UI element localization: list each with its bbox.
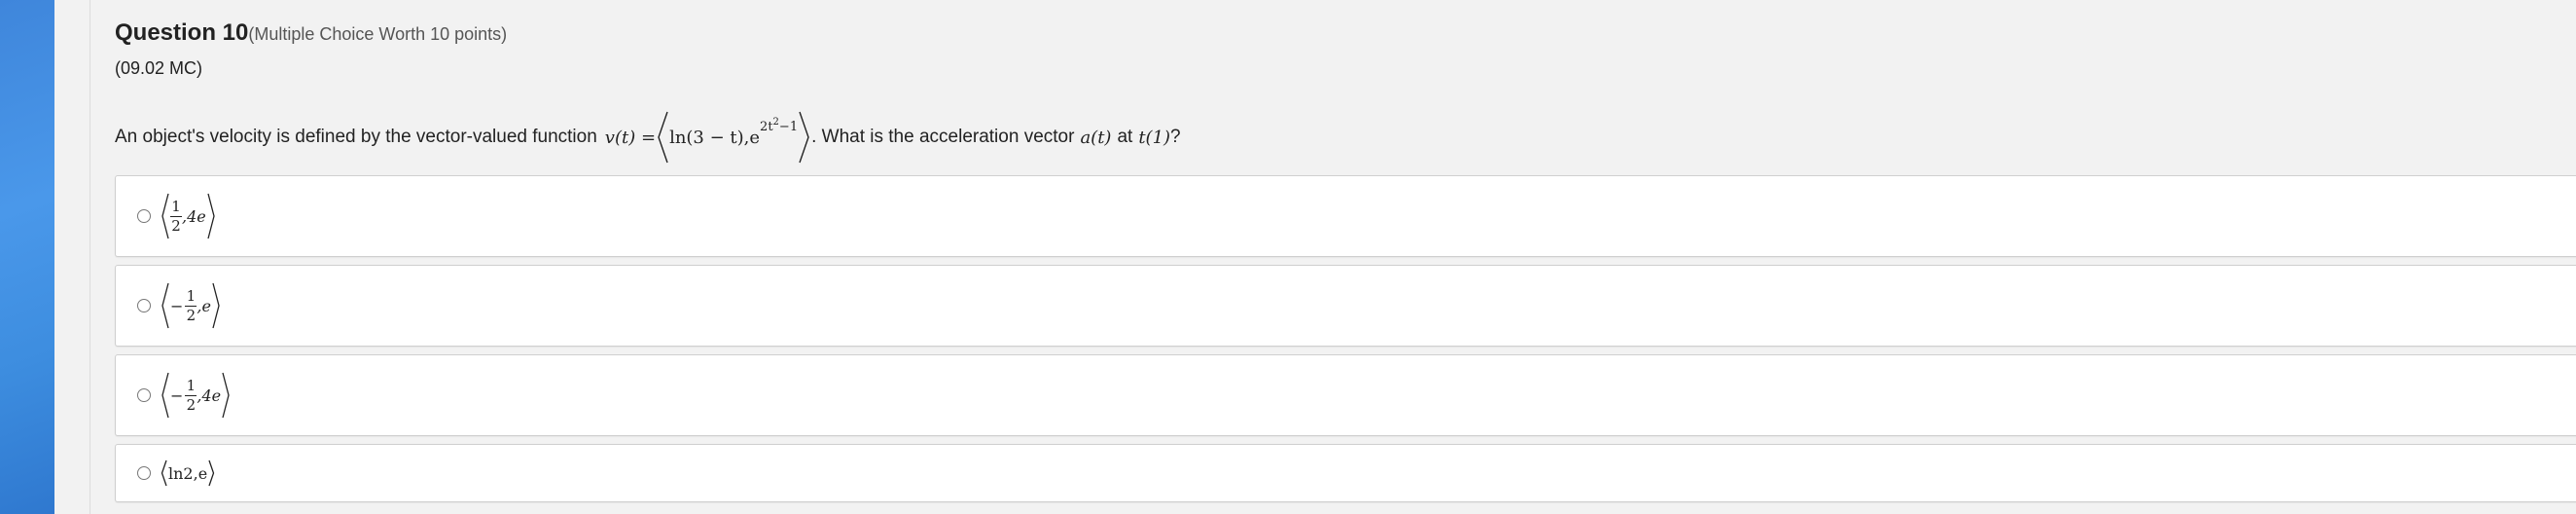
euler-e: e: [749, 127, 761, 148]
option-d-math: ln2,e: [161, 459, 215, 488]
question-panel: Question 10(Multiple Choice Worth 10 poi…: [115, 0, 2576, 514]
a-of-t: a(t): [1080, 127, 1112, 148]
question-header: Question 10(Multiple Choice Worth 10 poi…: [115, 19, 507, 47]
option-b-neg: −: [170, 296, 184, 315]
answer-option-a[interactable]: 12 ,4e: [115, 175, 2576, 257]
t-of-1-text: t(1): [1138, 127, 1171, 148]
left-angle-bracket: [161, 193, 169, 239]
option-b-second: ,e: [197, 296, 211, 315]
left-angle-bracket: [161, 282, 169, 329]
option-b-math: − 12 ,e: [161, 281, 221, 330]
radio-button[interactable]: [137, 209, 151, 223]
question-prompt: An object's velocity is defined by the v…: [115, 108, 1181, 166]
radio-button[interactable]: [137, 299, 151, 312]
t-of-1: t(1): [1138, 128, 1170, 148]
numerator: 1: [171, 197, 181, 215]
denominator: 2: [186, 395, 197, 414]
option-c-math: − 12 ,4e: [161, 371, 231, 420]
answer-option-c[interactable]: − 12 ,4e: [115, 354, 2576, 436]
velocity-expression: v(t) = ln(3 − t), e 2t2−1: [605, 110, 811, 165]
left-angle-bracket: [161, 372, 169, 419]
denominator: 2: [186, 306, 197, 324]
right-angle-bracket: [207, 193, 215, 239]
option-a-second: ,4e: [182, 206, 206, 226]
question-title: Question 10: [115, 19, 249, 46]
option-c-neg: −: [170, 386, 184, 405]
prompt-text-after: . What is the acceleration vector: [811, 127, 1075, 147]
right-angle-bracket: [222, 372, 230, 419]
option-d-text: ln2,e: [168, 463, 208, 483]
exponent: 2t2−1: [760, 116, 799, 134]
left-angle-bracket: [161, 459, 167, 487]
divider: [89, 0, 90, 514]
right-angle-bracket: [212, 282, 220, 329]
prompt-text-before: An object's velocity is defined by the v…: [115, 127, 597, 147]
prompt-end: ?: [1170, 127, 1181, 147]
sidebar-accent-bar: [0, 0, 54, 514]
answer-option-d[interactable]: ln2,e: [115, 444, 2576, 502]
option-a-math: 12 ,4e: [161, 192, 216, 240]
velocity-component-1: ln(3 − t),: [669, 127, 750, 148]
acceleration-symbol: a(t): [1080, 128, 1111, 148]
fraction: 12: [185, 376, 197, 414]
left-angle-bracket: [658, 111, 668, 164]
numerator: 1: [186, 286, 197, 305]
prompt-at: at: [1117, 127, 1133, 147]
right-angle-bracket: [208, 459, 215, 487]
radio-button[interactable]: [137, 466, 151, 480]
exponent-power: 2: [772, 116, 779, 128]
exponent-base: 2t: [760, 119, 773, 134]
option-c-second: ,4e: [197, 386, 222, 405]
v-of-t: v(t) =: [604, 127, 657, 148]
question-code: (09.02 MC): [115, 58, 203, 78]
numerator: 1: [186, 376, 197, 394]
denominator: 2: [171, 216, 181, 235]
exponent-tail: −1: [778, 119, 799, 134]
answer-option-b[interactable]: − 12 ,e: [115, 265, 2576, 347]
right-angle-bracket: [799, 111, 809, 164]
fraction: 12: [170, 197, 182, 235]
fraction: 12: [185, 286, 197, 324]
question-worth: (Multiple Choice Worth 10 points): [248, 24, 508, 44]
radio-button[interactable]: [137, 388, 151, 402]
